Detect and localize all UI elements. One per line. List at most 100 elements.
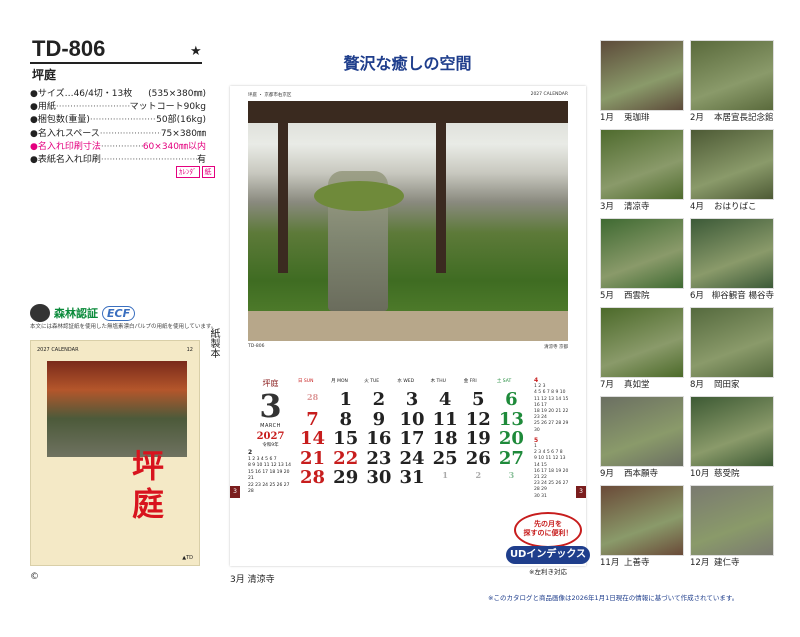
thumbnail-location: 真如堂: [624, 380, 650, 390]
lantern-cap: [314, 181, 404, 211]
thumbnail-photo: [690, 129, 774, 200]
cover-header-right: 12: [186, 347, 193, 353]
caption-left: TD-806: [248, 344, 265, 349]
calendar-top-strip: 坪庭 ・ 京都市右京区 2027 CALENDAR: [248, 92, 568, 100]
weekday-header: 日 SUN 月 MON 火 TUE 水 WED 木 THU 金 FRI 土 SAT: [296, 378, 528, 388]
catalog-footnote: ※このカタログと商品画像は2026年1月1日現在の情報に基づいて作成されています…: [488, 594, 739, 602]
thumbnail-label: 11月 上善寺: [600, 556, 684, 570]
calendar-grid-area: 坪庭 3 MARCH 2027 令和9年 2 1 2 3 4 5 6 78 9 …: [248, 377, 570, 503]
thumbnail-photo: [690, 40, 774, 111]
mini-calendar-row: 23 24 25 26 27 28 29: [534, 481, 569, 493]
date-cell: 16: [366, 428, 392, 449]
thumbnail-location: 兎珈琲: [624, 113, 650, 123]
strip-right: 2027 CALENDAR: [530, 92, 568, 97]
strip-left: 坪庭 ・ 京都市右京区: [248, 93, 292, 98]
next-months-mini: 4 1 2 34 5 6 7 8 9 10 11 12 13 14 15 16 1…: [534, 377, 570, 500]
month-thumbnail: 9月 西本願寺: [600, 396, 684, 485]
month-thumbnail: 5月 西雲院: [600, 218, 684, 307]
date-cell: 6: [505, 389, 518, 410]
date-cell: 27: [498, 447, 524, 469]
thumbnail-month: 3月: [600, 202, 614, 212]
year-japanese: 令和9年: [262, 443, 279, 448]
month-english: MARCH: [260, 423, 281, 429]
binding-label: 紙製本: [208, 328, 219, 358]
date-cell: 13: [498, 408, 524, 430]
spec-dots: ·························: [99, 128, 161, 139]
thumbnail-month: 11月: [600, 558, 620, 568]
copyright-mark: ©: [30, 572, 39, 582]
spec-k: ●名入れスペース: [30, 128, 100, 139]
thumbnail-location: 上善寺: [624, 558, 650, 568]
forest-certification-mark: 森林認証: [54, 307, 98, 320]
date-cell: 22: [333, 447, 359, 469]
date-cell: 7: [306, 408, 319, 430]
thumbnail-location: 建仁寺: [714, 558, 740, 568]
cover-header: 2027 CALENDAR 12: [37, 347, 193, 353]
mini-calendar-row: 4 5 6 7 8 9 10: [534, 390, 566, 396]
star-icon: ★: [190, 44, 202, 59]
month-thumbnail: 12月 建仁寺: [690, 485, 774, 574]
thumbnail-month: 12月: [690, 558, 710, 568]
month-thumbnails: 1月 兎珈琲 2月 本居宣長記念館 3月 清凉寺 4月 おはりばこ 5月 西雲院 6月 柳谷観音 楊谷…: [600, 40, 780, 574]
spec-v: マットコート90kg: [129, 102, 206, 113]
spec-dots: ·································: [55, 102, 130, 113]
thumbnail-month: 4月: [690, 202, 704, 212]
date-cell: 12: [465, 408, 491, 430]
date-cell: 10: [399, 408, 425, 430]
forest-logo-icon: [30, 304, 50, 322]
thumbnail-month: 10月: [690, 469, 710, 479]
month-thumbnail: 7月 真如堂: [600, 307, 684, 396]
badge-group: ｶﾚﾝﾀﾞ 紙: [176, 166, 215, 178]
mini-calendar-row: 16 17 18 19 20 21 22: [534, 468, 569, 481]
thumbnail-location: 西本願寺: [624, 469, 659, 479]
thumbnail-location: 柳谷観音 楊谷寺: [711, 291, 774, 301]
mini-calendar-row: 11 12 13 14 15 16 17: [534, 396, 569, 408]
product-name: 坪庭: [32, 68, 57, 82]
weekday-label: 金 FRI: [463, 379, 477, 384]
cover-footer: ▲TD: [182, 555, 193, 561]
month-thumbnail: 8月 岡田家: [690, 307, 774, 396]
spec-k: ●梱包数(重量): [30, 115, 90, 126]
thumbnail-photo: [600, 218, 684, 289]
date-cell: 28: [307, 392, 319, 402]
thumbnail-photo: [690, 485, 774, 556]
thumbnail-label: 7月 真如堂: [600, 378, 684, 392]
thumbnail-label: 10月 慈受院: [690, 467, 774, 481]
date-cell: 3: [508, 470, 515, 480]
spec-dots: ······························: [89, 115, 156, 126]
spec-row: ●用紙·································マットコ…: [30, 101, 206, 114]
thumbnail-location: 本居宣長記念館: [714, 113, 774, 123]
photo-eave: [248, 101, 568, 123]
divider: [30, 62, 202, 64]
caption-right: 清涼寺 京都: [544, 345, 568, 350]
date-cell: 28: [300, 467, 326, 488]
ud-badge-title: UDインデックス: [506, 546, 590, 564]
ud-top-line2: 探すのに便利！: [523, 529, 573, 537]
date-cell: 19: [465, 428, 491, 449]
spec-v: 50部(16kg): [156, 115, 206, 126]
mini-calendar-row: 15 16 17 18 19 20 21: [248, 469, 290, 482]
month-thumbnail: 6月 柳谷観音 楊谷寺: [690, 218, 774, 307]
thumbnail-month: 7月: [600, 380, 614, 390]
model-number: TD-806: [32, 36, 106, 61]
photo-post: [436, 123, 446, 273]
thumbnail-photo: [600, 396, 684, 467]
weekday-label: 火 TUE: [364, 379, 380, 384]
date-cell: 21: [300, 447, 326, 469]
photo-veranda: [248, 311, 568, 341]
date-cell: 5: [472, 389, 485, 410]
ud-top-line1: 先の月を: [534, 520, 562, 528]
thumbnail-month: 9月: [600, 469, 614, 479]
date-cell: 9: [372, 408, 386, 430]
calendar-page: 坪庭 ・ 京都市右京区 2027 CALENDAR TD-806 清涼寺 京都 …: [230, 86, 586, 566]
date-cell: 29: [333, 467, 359, 488]
date-cell: 15: [333, 428, 359, 449]
date-cell: 2: [475, 470, 482, 480]
thumbnail-location: おはりばこ: [714, 202, 757, 212]
date-cell: 26: [465, 447, 491, 469]
mini-calendar-row: 22 23 24 25 26 27 28: [248, 482, 290, 495]
spec-k: ●名入れ印刷寸法: [30, 141, 101, 152]
spec-row: ●梱包数(重量)······························50…: [30, 114, 206, 127]
date-cell: 3: [405, 389, 419, 410]
month-thumbnail: 10月 慈受院: [690, 396, 774, 485]
